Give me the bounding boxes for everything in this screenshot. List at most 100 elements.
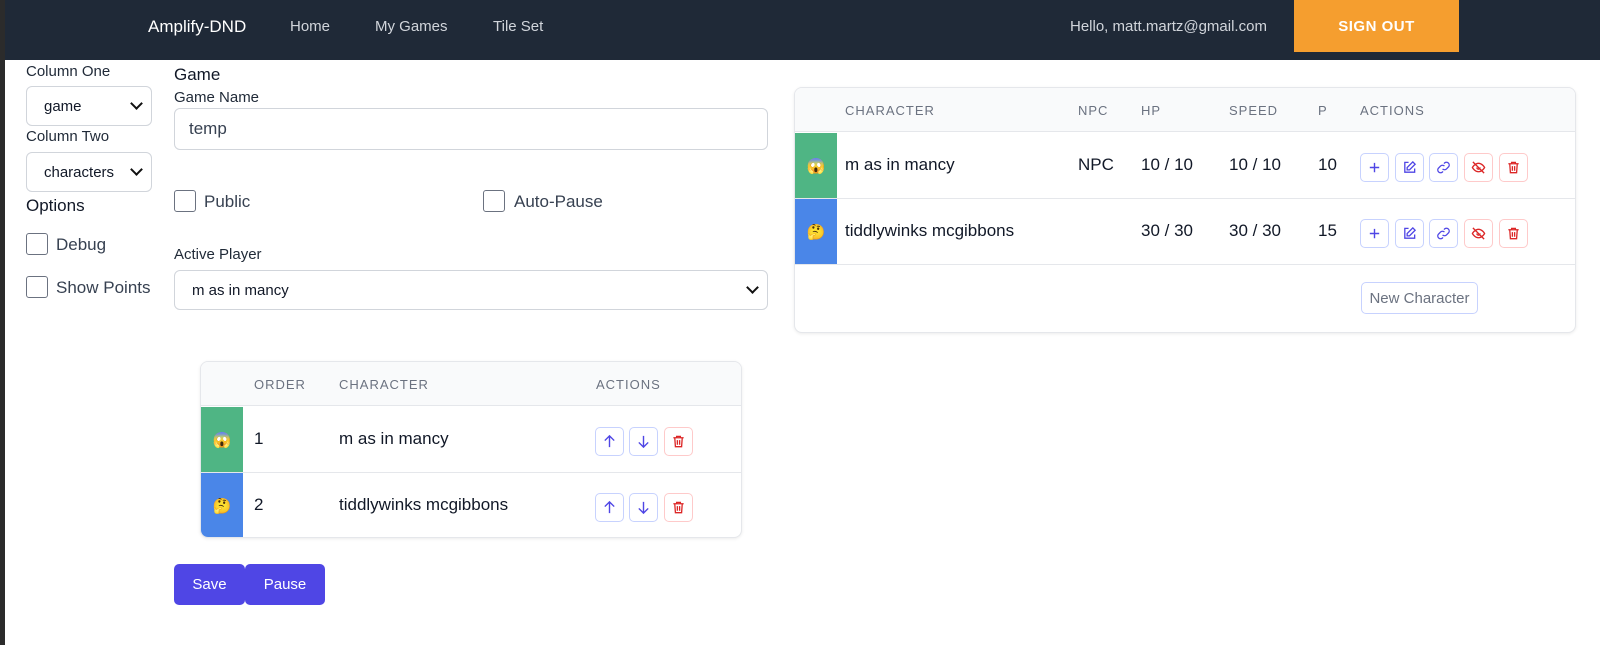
character-emoji: 😱	[212, 431, 232, 449]
turn-order-table: Order Character Actions 😱 1 m as in manc…	[200, 361, 742, 538]
remove-from-order-button[interactable]	[664, 427, 693, 456]
new-character-button[interactable]: New Character	[1361, 282, 1478, 314]
speed-value: 30 / 30	[1229, 221, 1281, 240]
plus-icon	[1369, 162, 1380, 173]
trash-icon	[1508, 227, 1519, 240]
column-one-select[interactable]: game	[26, 86, 152, 126]
show-points-label: Show Points	[56, 278, 151, 297]
game-heading: Game	[174, 65, 221, 84]
table-row: 🤔 tiddlywinks mcgibbons 30 / 30 30 / 30 …	[795, 199, 1575, 265]
move-down-button[interactable]	[629, 427, 658, 456]
nav-my-games[interactable]: My Games	[375, 18, 448, 35]
add-to-order-button[interactable]	[1360, 153, 1389, 182]
auto-pause-label: Auto-Pause	[514, 192, 603, 211]
link-character-button[interactable]	[1429, 219, 1458, 248]
table-header: Order Character Actions	[201, 362, 741, 406]
move-up-button[interactable]	[595, 427, 624, 456]
points-value: 10	[1318, 155, 1337, 174]
order-number: 2	[254, 495, 264, 514]
remove-from-order-button[interactable]	[664, 493, 693, 522]
characters-table: Character NPC HP Speed P Actions 😱 m as …	[794, 87, 1576, 333]
debug-checkbox[interactable]	[26, 233, 48, 255]
hp-value: 10 / 10	[1141, 155, 1193, 174]
window-edge	[0, 0, 5, 645]
character-name: tiddlywinks mcgibbons	[845, 221, 1015, 240]
delete-character-button[interactable]	[1499, 219, 1528, 248]
options-heading: Options	[26, 196, 85, 215]
nav-home[interactable]: Home	[290, 18, 330, 35]
show-points-checkbox[interactable]	[26, 276, 48, 298]
arrow-up-icon	[604, 500, 615, 514]
trash-icon	[1508, 161, 1519, 174]
column-two-label: Column Two	[26, 128, 110, 145]
plus-icon	[1369, 228, 1380, 239]
header-actions: Actions	[596, 377, 661, 392]
chevron-down-icon	[130, 97, 143, 110]
edit-character-button[interactable]	[1395, 153, 1424, 182]
trash-icon	[673, 501, 684, 514]
character-name: tiddlywinks mcgibbons	[339, 495, 509, 514]
header-speed: Speed	[1229, 103, 1279, 118]
speed-value: 10 / 10	[1229, 155, 1281, 174]
game-name-label: Game Name	[174, 89, 260, 106]
brand-link[interactable]: Amplify-DND	[148, 17, 246, 37]
pause-button[interactable]: Pause	[245, 564, 325, 605]
delete-character-button[interactable]	[1499, 153, 1528, 182]
arrow-down-icon	[638, 501, 649, 515]
arrow-down-icon	[638, 435, 649, 449]
auto-pause-checkbox[interactable]	[483, 190, 505, 212]
active-player-select[interactable]: m as in mancy	[174, 270, 768, 310]
save-button[interactable]: Save	[174, 564, 245, 605]
character-color-cell: 🤔	[201, 473, 243, 537]
trash-icon	[673, 435, 684, 448]
navbar: Amplify-DND Home My Games Tile Set Hello…	[5, 0, 1600, 60]
edit-character-button[interactable]	[1395, 219, 1424, 248]
header-order: Order	[254, 377, 306, 392]
arrow-up-icon	[604, 434, 615, 448]
character-color-cell: 😱	[201, 407, 243, 472]
public-checkbox[interactable]	[174, 190, 196, 212]
active-player-label: Active Player	[174, 246, 262, 263]
character-name: m as in mancy	[339, 429, 449, 448]
link-character-button[interactable]	[1429, 153, 1458, 182]
table-row: 😱 1 m as in mancy	[201, 407, 741, 473]
hide-character-button[interactable]	[1464, 153, 1493, 182]
header-npc: NPC	[1078, 103, 1109, 118]
hide-character-button[interactable]	[1464, 219, 1493, 248]
link-icon	[1437, 227, 1450, 240]
header-character: Character	[339, 377, 429, 392]
column-two-value: characters	[44, 163, 115, 181]
user-greeting: Hello, matt.martz@gmail.com	[1070, 18, 1267, 35]
chevron-down-icon	[130, 163, 143, 176]
character-emoji: 🤔	[212, 498, 232, 515]
eye-off-icon	[1471, 227, 1486, 240]
character-color-cell: 🤔	[795, 199, 837, 264]
add-to-order-button[interactable]	[1360, 219, 1389, 248]
link-icon	[1437, 161, 1450, 174]
table-row: 😱 m as in mancy NPC 10 / 10 10 / 10 10	[795, 133, 1575, 199]
column-one-label: Column One	[26, 63, 111, 80]
chevron-down-icon	[746, 281, 759, 294]
game-name-input[interactable]	[174, 108, 768, 150]
character-color-cell: 😱	[795, 133, 837, 198]
character-emoji: 🤔	[806, 223, 826, 241]
column-one-value: game	[44, 97, 82, 115]
npc-flag: NPC	[1078, 155, 1114, 174]
header-p: P	[1318, 103, 1328, 118]
table-header: Character NPC HP Speed P Actions	[795, 88, 1575, 132]
nav-tile-set[interactable]: Tile Set	[493, 18, 543, 35]
header-character: Character	[845, 103, 935, 118]
eye-off-icon	[1471, 161, 1486, 174]
order-number: 1	[254, 429, 264, 448]
table-row: 🤔 2 tiddlywinks mcgibbons	[201, 473, 741, 537]
column-two-select[interactable]: characters	[26, 152, 152, 192]
character-name: m as in mancy	[845, 155, 955, 174]
points-value: 15	[1318, 221, 1337, 240]
sign-out-button[interactable]: Sign Out	[1294, 0, 1459, 52]
edit-icon	[1404, 160, 1417, 173]
header-hp: HP	[1141, 103, 1162, 118]
debug-label: Debug	[56, 235, 107, 254]
hp-value: 30 / 30	[1141, 221, 1193, 240]
move-down-button[interactable]	[629, 493, 658, 522]
move-up-button[interactable]	[595, 493, 624, 522]
